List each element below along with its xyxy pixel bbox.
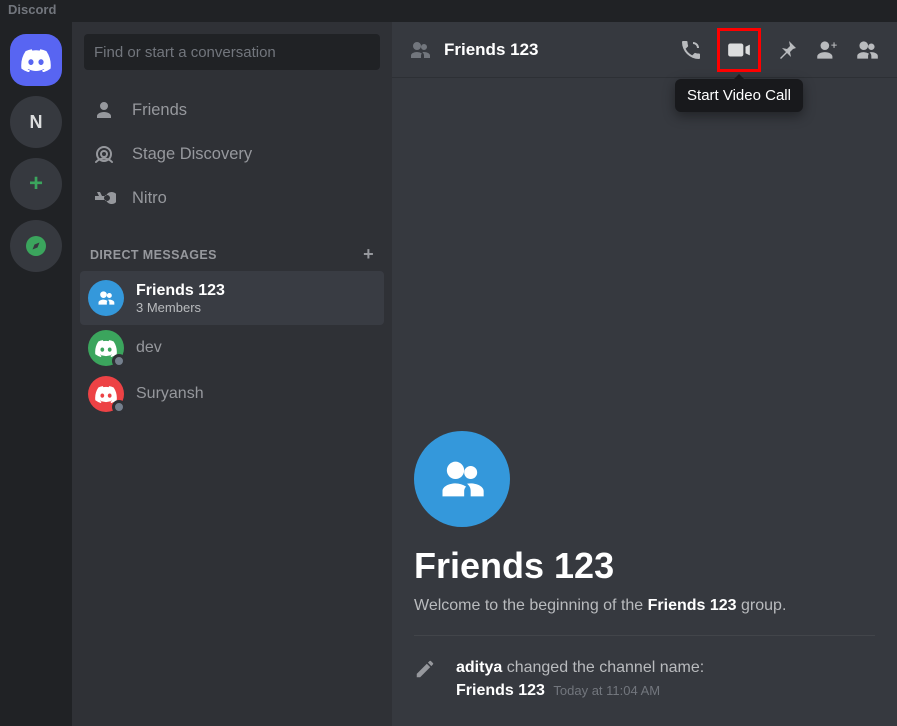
chat-area: Friends 123 Start Video Call (392, 22, 897, 726)
dm-section-label: DIRECT MESSAGES (90, 248, 217, 262)
dm-name: Friends 123 (136, 282, 225, 300)
window-titlebar: Discord (0, 0, 897, 22)
status-offline-icon (112, 354, 126, 368)
explore-servers-button[interactable] (10, 220, 62, 272)
dm-sidebar: Friends Stage Discovery Nitro DIRECT MES… (72, 22, 392, 726)
pinned-messages-button[interactable] (773, 36, 801, 64)
start-video-call-button[interactable]: Start Video Call (717, 28, 761, 72)
server-avatar[interactable]: N (10, 96, 62, 148)
dm-name: dev (136, 339, 162, 357)
search-input[interactable] (84, 34, 380, 70)
user-avatar (88, 376, 124, 412)
divider (414, 635, 875, 636)
plus-icon: + (29, 170, 43, 198)
video-icon (726, 37, 752, 63)
user-avatar (88, 330, 124, 366)
welcome-post: group. (737, 597, 787, 614)
nav-friends-label: Friends (132, 101, 187, 120)
dm-item-dev[interactable]: dev (80, 325, 384, 371)
status-offline-icon (112, 400, 126, 414)
people-icon (854, 37, 880, 63)
show-member-list-button[interactable] (853, 36, 881, 64)
dm-subtitle: 3 Members (136, 300, 225, 315)
sys-actor: aditya (456, 659, 502, 676)
phone-icon (679, 38, 703, 62)
sys-timestamp: Today at 11:04 AM (553, 683, 660, 698)
pin-icon (775, 38, 799, 62)
guild-rail: N + (0, 22, 72, 726)
friends-icon (92, 98, 116, 122)
compass-icon (24, 234, 48, 258)
nav-stage-discovery[interactable]: Stage Discovery (80, 132, 384, 176)
nav-nitro[interactable]: Nitro (80, 176, 384, 220)
nav-nitro-label: Nitro (132, 189, 167, 208)
sys-new-name: Friends 123 (456, 682, 545, 699)
discord-logo-icon (21, 48, 51, 72)
dm-item-suryansh[interactable]: Suryansh (80, 371, 384, 417)
group-avatar (88, 280, 124, 316)
dm-item-friends-123[interactable]: Friends 123 3 Members (80, 271, 384, 325)
pencil-icon (414, 658, 438, 682)
add-user-icon (814, 37, 840, 63)
chat-title: Friends 123 (444, 40, 539, 60)
group-hero-avatar (414, 431, 510, 527)
chat-body: Friends 123 Welcome to the beginning of … (392, 78, 897, 726)
app-title: Discord (8, 2, 56, 17)
server-letter: N (30, 112, 43, 133)
welcome-pre: Welcome to the beginning of the (414, 597, 648, 614)
welcome-name: Friends 123 (648, 597, 737, 614)
stage-icon (92, 142, 116, 166)
dm-name: Suryansh (136, 385, 204, 403)
add-server-button[interactable]: + (10, 158, 62, 210)
at-icon (408, 38, 432, 62)
people-icon (96, 288, 116, 308)
discord-avatar-icon (95, 385, 117, 403)
welcome-title: Friends 123 (414, 545, 875, 587)
welcome-subtitle: Welcome to the beginning of the Friends … (414, 597, 875, 615)
tooltip: Start Video Call (675, 79, 803, 112)
chat-header: Friends 123 Start Video Call (392, 22, 897, 78)
discord-avatar-icon (95, 339, 117, 357)
nitro-icon (92, 186, 116, 210)
system-message: aditya changed the channel name: Friends… (414, 656, 875, 702)
add-friends-to-dm-button[interactable] (813, 36, 841, 64)
home-button[interactable] (10, 34, 62, 86)
create-dm-button[interactable]: + (363, 244, 374, 265)
people-icon (436, 453, 488, 505)
nav-friends[interactable]: Friends (80, 88, 384, 132)
sys-action: changed the channel name: (507, 659, 704, 676)
start-voice-call-button[interactable] (677, 36, 705, 64)
nav-stage-label: Stage Discovery (132, 145, 252, 164)
